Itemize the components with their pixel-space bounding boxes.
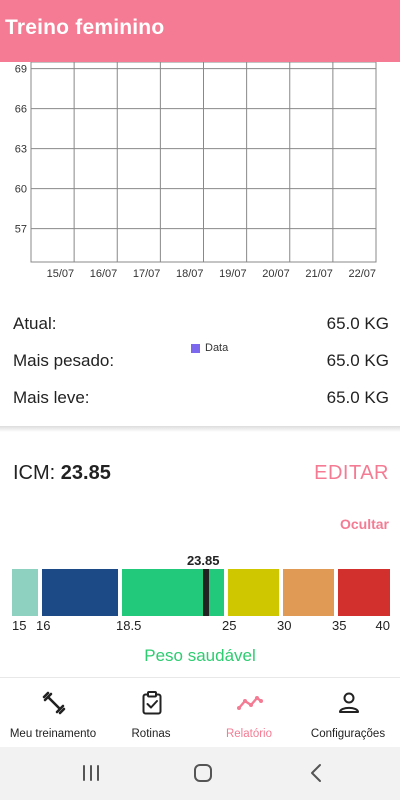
- nav-settings-label: Configurações: [310, 728, 386, 740]
- chart-line-icon: [237, 696, 263, 710]
- nav-settings[interactable]: Configurações: [298, 678, 398, 748]
- bmi-segment-obese-1: [283, 569, 334, 616]
- bmi-marker-value: 23.85: [186, 553, 220, 568]
- chart-y-tick-label: 63: [15, 144, 27, 156]
- nav-routines-label: Rotinas: [131, 728, 171, 740]
- edit-button[interactable]: EDITAR: [314, 462, 389, 485]
- bmi-value: 23.85: [60, 462, 111, 484]
- nav-routines[interactable]: Rotinas: [101, 678, 201, 748]
- bmi-tick: 25: [222, 618, 237, 633]
- stat-current-value: 65.0 KG: [326, 314, 389, 333]
- chart-y-tick-label: 57: [15, 224, 27, 236]
- chart-y-tick-label: 69: [15, 64, 27, 76]
- bmi-tick: 35: [332, 618, 347, 633]
- bmi-segment-underweight: [42, 569, 118, 616]
- dumbbell-icon: [42, 691, 66, 715]
- legend-swatch: [191, 343, 200, 353]
- legend-label: Data: [205, 342, 229, 354]
- home-icon[interactable]: [192, 763, 214, 783]
- recent-apps-icon[interactable]: [80, 763, 102, 783]
- chart-legend: Data: [191, 342, 228, 354]
- clipboard-check-icon: [142, 691, 162, 715]
- bmi-tick: 18.5: [116, 618, 142, 633]
- app-bar: Treino feminino: [0, 0, 400, 62]
- bmi-marker: [202, 569, 209, 616]
- bmi-status: Peso saudável: [144, 646, 256, 665]
- system-navigation-bar: [0, 747, 400, 800]
- bmi-label: ICM:: [13, 462, 61, 484]
- person-icon: [339, 692, 359, 713]
- nav-report[interactable]: Relatório: [199, 678, 299, 748]
- chart-x-tick-label: 16/07: [90, 268, 118, 280]
- chart-y-tick-label: 66: [15, 104, 27, 116]
- stat-lightest-value: 65.0 KG: [326, 388, 389, 407]
- chart-x-tick-label: 15/07: [47, 268, 75, 280]
- nav-report-label: Relatório: [225, 728, 273, 740]
- bmi-segment-obese-2: [338, 569, 390, 616]
- stat-heaviest-value: 65.0 KG: [326, 351, 389, 370]
- app-screen: Treino feminino 57 60 63 66 69 15/07 16/07 17/0…: [0, 0, 400, 800]
- page-title: Treino feminino: [5, 16, 165, 39]
- weight-chart: 57 60 63 66 69 15/07 16/07 17/07 18/07 19/07 20/07…: [0, 62, 400, 354]
- bmi-scale: 23.85 15 16 18.5 25 30 35 40: [12, 551, 390, 641]
- bmi-heading: ICM: 23.85: [13, 462, 111, 485]
- bmi-segment-very-underweight: [12, 569, 38, 616]
- chart-x-tick-label: 20/07: [262, 268, 290, 280]
- bmi-segment-overweight: [228, 569, 279, 616]
- stat-lightest-label: Mais leve:: [13, 388, 90, 407]
- bmi-tick: 30: [277, 618, 292, 633]
- weight-chart-svg: 57 60 63 66 69 15/07 16/07 17/07 18/07 19/07 20/07…: [15, 62, 377, 280]
- chart-x-tick-label: 18/07: [176, 268, 204, 280]
- section-divider: [0, 426, 400, 432]
- hide-button[interactable]: Ocultar: [340, 516, 389, 532]
- stat-current-label: Atual:: [13, 314, 57, 333]
- chart-x-tick-label: 22/07: [348, 268, 376, 280]
- chart-x-tick-label: 17/07: [133, 268, 161, 280]
- bottom-navigation: Meu treinamento Rotinas Relatório Config…: [0, 677, 400, 747]
- bmi-tick: 16: [36, 618, 51, 633]
- nav-my-training[interactable]: Meu treinamento: [3, 678, 103, 748]
- chart-x-tick-label: 19/07: [219, 268, 247, 280]
- bmi-tick: 15: [12, 618, 27, 633]
- stat-heaviest-label: Mais pesado:: [13, 351, 115, 370]
- back-icon[interactable]: [306, 763, 328, 783]
- chart-y-tick-label: 60: [15, 184, 27, 196]
- nav-my-training-label: Meu treinamento: [9, 728, 97, 740]
- bmi-tick: 40: [375, 618, 390, 633]
- chart-x-tick-label: 21/07: [305, 268, 333, 280]
